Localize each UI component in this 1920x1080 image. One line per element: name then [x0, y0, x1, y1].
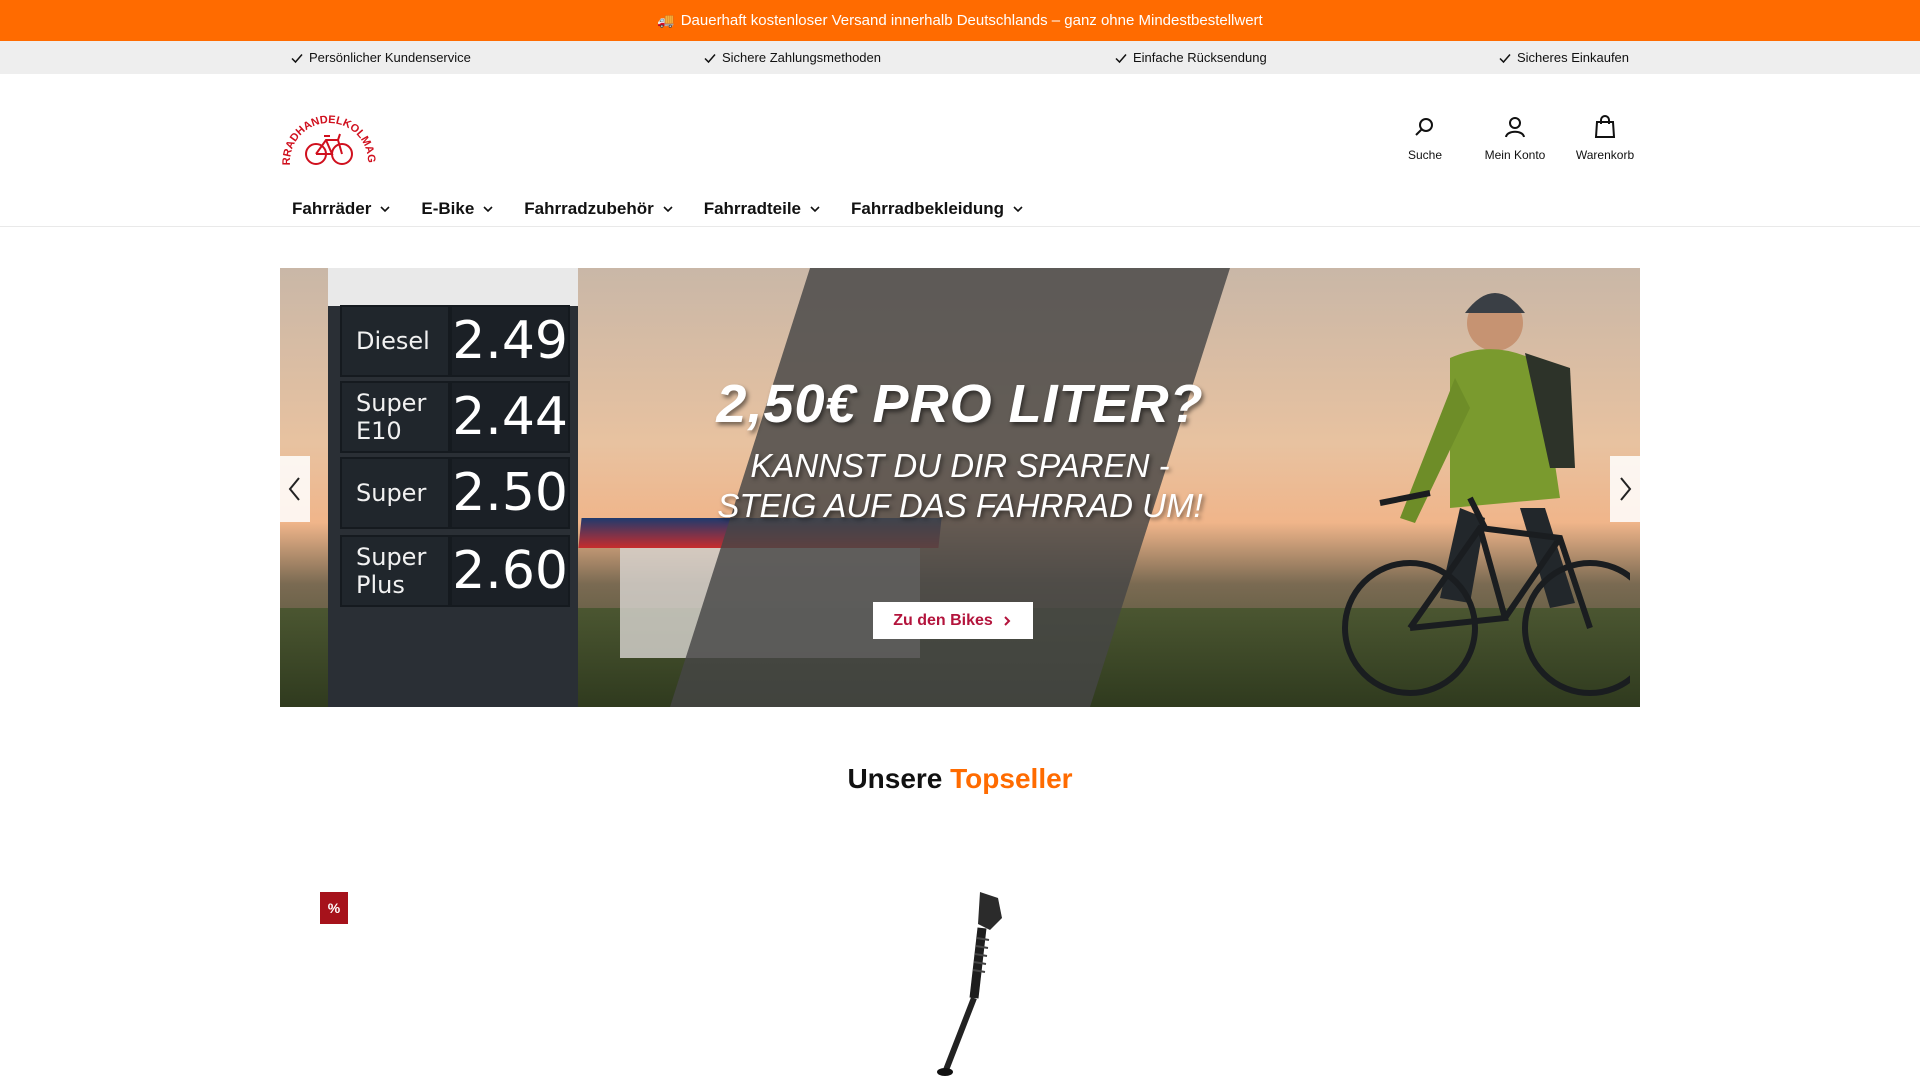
fuel-name: Diesel: [340, 305, 451, 377]
usp-item: Sicheres Einkaufen: [1498, 41, 1629, 74]
usp-text: Einfache Rücksendung: [1133, 50, 1267, 65]
fuel-price-row: Super 2.50: [340, 457, 570, 529]
cart-button[interactable]: Warenkorb: [1560, 114, 1650, 162]
hero-subtitle-line: KANNST DU DIR SPAREN -: [750, 447, 1170, 484]
hero-subtitle-line: STEIG AUF DAS FAHRRAD UM!: [717, 487, 1203, 524]
announcement-bar: 🚚 Dauerhaft kostenloser Versand innerhal…: [0, 0, 1920, 41]
check-icon: [1499, 53, 1511, 63]
hero-slider: Diesel 2.49 Super E10 2.44 Super 2.50 Su…: [280, 268, 1640, 707]
fuel-price: 2.49: [450, 305, 570, 377]
fuel-price-row: Diesel 2.49: [340, 305, 570, 377]
nav-item-e-bike[interactable]: E-Bike: [421, 199, 494, 219]
chevron-down-icon: [810, 206, 820, 213]
fuel-price-row: Super E10 2.44: [340, 381, 570, 453]
nav-label: Fahrradzubehör: [524, 199, 654, 218]
user-icon: [1505, 117, 1525, 138]
nav-item-fahrraeder[interactable]: Fahrräder: [292, 199, 391, 219]
to-bikes-label: Zu den Bikes: [893, 611, 993, 629]
nav-item-fahrradbekleidung[interactable]: Fahrradbekleidung: [851, 199, 1024, 219]
fuel-price-board: Diesel 2.49 Super E10 2.44 Super 2.50 Su…: [328, 268, 578, 707]
hero-subtitle: KANNST DU DIR SPAREN - STEIG AUF DAS FAH…: [680, 446, 1240, 526]
section-title-plain: Unsere: [847, 763, 943, 794]
usp-text: Persönlicher Kundenservice: [309, 50, 471, 65]
usp-item: Sichere Zahlungsmethoden: [703, 41, 881, 74]
truck-icon: 🚚: [657, 12, 675, 28]
bag-icon: [1594, 115, 1616, 138]
announcement-text: Dauerhaft kostenloser Versand innerhalb …: [680, 12, 1263, 29]
usp-bar: Persönlicher Kundenservice Sichere Zahlu…: [0, 41, 1920, 74]
chevron-right-icon: [1004, 615, 1011, 626]
site-logo[interactable]: FAHRRADHANDELKOLMAGNON: [276, 93, 378, 174]
account-label: Mein Konto: [1484, 148, 1546, 162]
cart-label: Warenkorb: [1575, 148, 1635, 162]
to-bikes-button[interactable]: Zu den Bikes: [873, 602, 1033, 639]
fuel-name: Super E10: [340, 381, 451, 453]
nav-label: Fahrräder: [292, 199, 372, 218]
account-button[interactable]: Mein Konto: [1470, 114, 1560, 162]
usp-item: Einfache Rücksendung: [1114, 41, 1267, 74]
main-nav: Fahrräder E-Bike Fahrradzubehör Fahrradt…: [292, 192, 1054, 226]
usp-text: Sichere Zahlungsmethoden: [722, 50, 881, 65]
fuel-price: 2.50: [450, 457, 570, 529]
hero-title: 2,50€ PRO LITER?: [716, 374, 1204, 434]
fuel-name: Super Plus: [340, 535, 451, 607]
nav-item-fahrradzubehoer[interactable]: Fahrradzubehör: [524, 199, 673, 219]
section-title-accent: Topseller: [950, 763, 1073, 794]
nav-label: Fahrradbekleidung: [851, 199, 1005, 218]
chevron-down-icon: [1013, 206, 1023, 213]
fuel-price: 2.44: [450, 381, 570, 453]
fuel-price: 2.60: [450, 535, 570, 607]
nav-item-fahrradteile[interactable]: Fahrradteile: [704, 199, 821, 219]
chevron-down-icon: [483, 206, 493, 213]
chevron-down-icon: [380, 206, 390, 213]
nav-label: Fahrradteile: [703, 199, 802, 218]
nav-label: E-Bike: [421, 199, 475, 218]
logo-graphic: FAHRRADHANDELKOLMAGNON: [276, 93, 377, 165]
chevron-right-icon: [1620, 477, 1632, 501]
usp-item: Persönlicher Kundenservice: [290, 41, 471, 74]
search-icon: [1415, 118, 1433, 136]
fuel-price-row: Super Plus 2.60: [340, 535, 570, 607]
header-actions: Suche Mein Konto Warenkorb: [1380, 114, 1640, 184]
check-icon: [291, 53, 303, 63]
slider-next-button[interactable]: [1610, 456, 1640, 522]
svg-text:FAHRRADHANDELKOLMAGNON: FAHRRADHANDELKOLMAGNON: [280, 102, 377, 165]
check-icon: [704, 53, 716, 63]
section-title: Unsere Topseller: [0, 763, 1920, 795]
product-image-kickstand[interactable]: [920, 888, 1020, 1080]
usp-text: Sicheres Einkaufen: [1517, 50, 1630, 65]
chevron-down-icon: [663, 206, 673, 213]
cyclist-image: [1342, 293, 1630, 696]
fuel-name: Super: [340, 457, 451, 529]
slider-prev-button[interactable]: [280, 456, 310, 522]
check-icon: [1115, 53, 1127, 63]
site-header: FAHRRADHANDELKOLMAGNON Suche Mein Konto …: [0, 74, 1920, 227]
search-button[interactable]: Suche: [1380, 114, 1470, 162]
search-label: Suche: [1407, 148, 1443, 162]
price-board-cap: [328, 268, 578, 306]
sale-badge: %: [320, 892, 348, 924]
chevron-left-icon: [288, 477, 300, 501]
